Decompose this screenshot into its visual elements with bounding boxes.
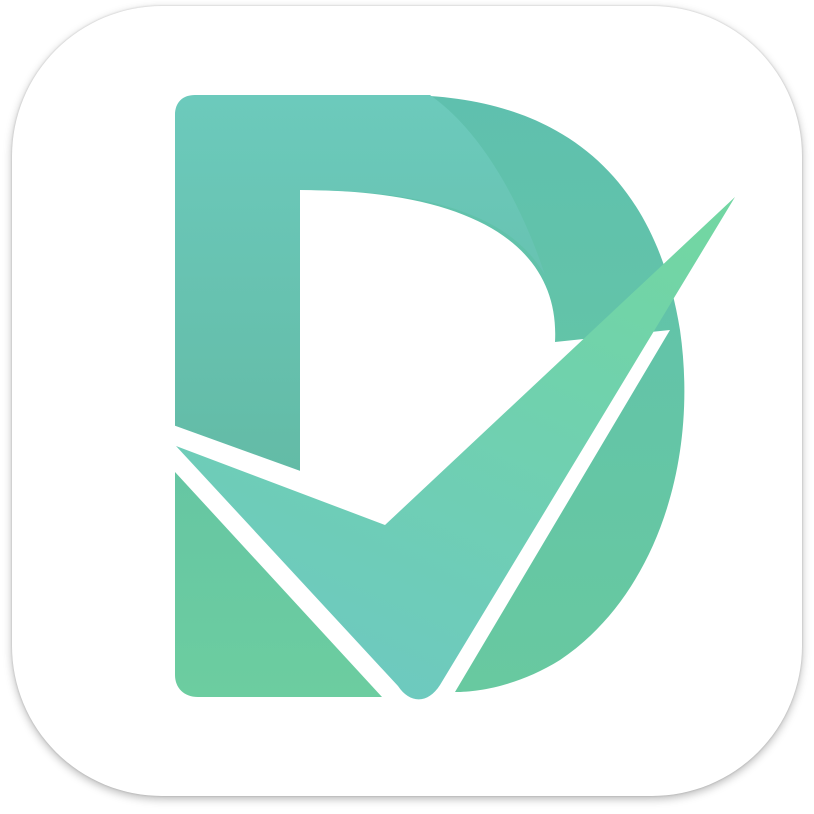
d-checkmark-logo-icon xyxy=(170,95,735,700)
app-icon-canvas xyxy=(0,0,814,814)
